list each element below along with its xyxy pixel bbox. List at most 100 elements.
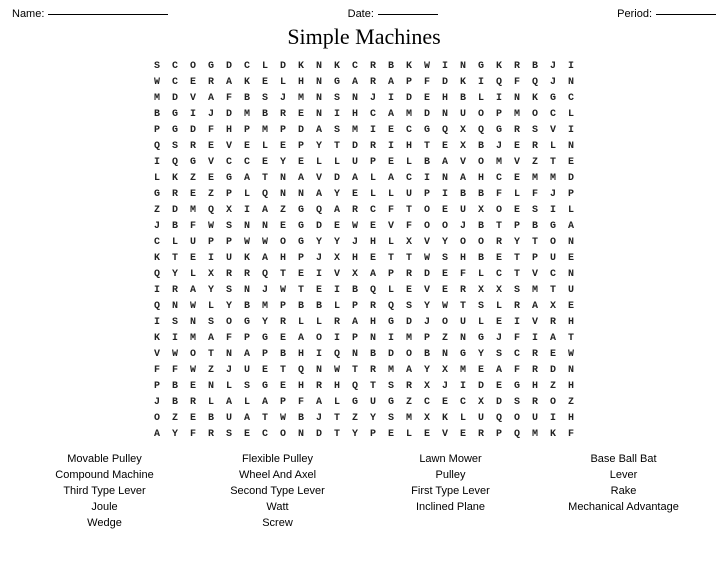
grid-cell-17-11: P: [346, 330, 364, 346]
grid-cell-14-7: W: [274, 282, 292, 298]
grid-cell-20-11: Q: [346, 378, 364, 394]
grid-cell-2-3: A: [202, 90, 220, 106]
grid-cell-19-21: R: [526, 362, 544, 378]
grid-cell-2-20: N: [508, 90, 526, 106]
grid-cell-2-1: D: [166, 90, 184, 106]
grid-cell-0-7: D: [274, 58, 292, 74]
grid-cell-14-21: M: [526, 282, 544, 298]
grid-cell-23-7: O: [274, 426, 292, 442]
grid-cell-18-13: D: [382, 346, 400, 362]
grid-cell-0-12: R: [364, 58, 382, 74]
grid-cell-12-13: T: [382, 250, 400, 266]
grid-cell-0-14: K: [400, 58, 418, 74]
grid-cell-0-18: G: [472, 58, 490, 74]
grid-row-13: QYLXRRQTEIVXAPRDEFLCTVCN: [148, 266, 580, 282]
grid-cell-19-15: Y: [418, 362, 436, 378]
grid-cell-14-12: Q: [364, 282, 382, 298]
grid-cell-8-21: F: [526, 186, 544, 202]
grid-cell-7-0: L: [148, 170, 166, 186]
grid-cell-0-23: I: [562, 58, 580, 74]
grid-cell-15-3: L: [202, 298, 220, 314]
grid-cell-2-5: B: [238, 90, 256, 106]
grid-cell-14-8: T: [292, 282, 310, 298]
grid-cell-3-4: D: [220, 106, 238, 122]
word-item-8: Third Type Lever: [22, 484, 187, 498]
grid-cell-12-2: E: [184, 250, 202, 266]
grid-cell-16-4: O: [220, 314, 238, 330]
grid-cell-21-13: G: [382, 394, 400, 410]
grid-cell-1-14: P: [400, 74, 418, 90]
grid-cell-19-20: F: [508, 362, 526, 378]
grid-cell-8-1: R: [166, 186, 184, 202]
grid-cell-13-8: E: [292, 266, 310, 282]
grid-cell-10-23: A: [562, 218, 580, 234]
grid-cell-21-16: E: [436, 394, 454, 410]
grid-cell-1-20: F: [508, 74, 526, 90]
grid-cell-16-21: V: [526, 314, 544, 330]
word-item-10: First Type Lever: [368, 484, 533, 498]
grid-cell-16-1: S: [166, 314, 184, 330]
grid-cell-7-16: N: [436, 170, 454, 186]
grid-cell-2-0: M: [148, 90, 166, 106]
grid-cell-9-21: S: [526, 202, 544, 218]
grid-cell-18-16: N: [436, 346, 454, 362]
word-item-3: Base Ball Bat: [541, 452, 706, 466]
grid-cell-20-12: T: [364, 378, 382, 394]
grid-cell-9-16: E: [436, 202, 454, 218]
grid-cell-6-4: C: [220, 154, 238, 170]
grid-cell-10-6: N: [256, 218, 274, 234]
grid-row-19: FFWZJUETQNWTRMAYXMEAFRDN: [148, 362, 580, 378]
grid-cell-7-12: L: [364, 170, 382, 186]
grid-cell-1-5: K: [238, 74, 256, 90]
grid-cell-3-20: M: [508, 106, 526, 122]
grid-cell-6-23: E: [562, 154, 580, 170]
grid-cell-19-22: D: [544, 362, 562, 378]
grid-cell-12-23: E: [562, 250, 580, 266]
grid-cell-18-10: Q: [328, 346, 346, 362]
grid-cell-23-19: P: [490, 426, 508, 442]
page-title: Simple Machines: [12, 24, 716, 50]
grid-cell-0-19: K: [490, 58, 508, 74]
grid-cell-10-12: E: [364, 218, 382, 234]
grid-cell-17-14: M: [400, 330, 418, 346]
grid-cell-12-20: T: [508, 250, 526, 266]
grid-cell-13-17: F: [454, 266, 472, 282]
grid-cell-8-18: B: [472, 186, 490, 202]
grid-cell-23-3: R: [202, 426, 220, 442]
grid-cell-20-20: G: [508, 378, 526, 394]
grid-cell-7-17: A: [454, 170, 472, 186]
grid-cell-19-0: F: [148, 362, 166, 378]
grid-cell-13-5: R: [238, 266, 256, 282]
grid-cell-19-6: E: [256, 362, 274, 378]
grid-cell-18-19: S: [490, 346, 508, 362]
grid-cell-16-11: A: [346, 314, 364, 330]
grid-cell-4-12: I: [364, 122, 382, 138]
grid-row-1: WCERAKELHNGARAPFDKIQFQJN: [148, 74, 580, 90]
grid-cell-1-2: E: [184, 74, 202, 90]
grid-cell-21-12: U: [364, 394, 382, 410]
grid-cell-11-12: H: [364, 234, 382, 250]
word-item-15: Mechanical Advantage: [541, 500, 706, 514]
grid-cell-3-9: N: [310, 106, 328, 122]
grid-cell-21-20: S: [508, 394, 526, 410]
grid-cell-21-14: Z: [400, 394, 418, 410]
grid-cell-8-16: I: [436, 186, 454, 202]
grid-cell-18-0: V: [148, 346, 166, 362]
grid-cell-6-8: E: [292, 154, 310, 170]
grid-cell-15-22: X: [544, 298, 562, 314]
grid-cell-7-8: A: [292, 170, 310, 186]
grid-cell-2-9: N: [310, 90, 328, 106]
grid-cell-0-4: D: [220, 58, 238, 74]
grid-cell-8-3: Z: [202, 186, 220, 202]
grid-cell-5-17: X: [454, 138, 472, 154]
grid-cell-17-12: N: [364, 330, 382, 346]
grid-cell-12-17: H: [454, 250, 472, 266]
grid-cell-22-12: Y: [364, 410, 382, 426]
grid-cell-7-21: M: [526, 170, 544, 186]
grid-cell-6-6: E: [256, 154, 274, 170]
grid-cell-14-0: I: [148, 282, 166, 298]
grid-cell-1-10: G: [328, 74, 346, 90]
grid-cell-8-6: Q: [256, 186, 274, 202]
grid-row-12: KTEIUKAHPJXHETTWSHBETPUE: [148, 250, 580, 266]
grid-row-17: KIMAFPGEAOIPNIMPZNGJFIAT: [148, 330, 580, 346]
